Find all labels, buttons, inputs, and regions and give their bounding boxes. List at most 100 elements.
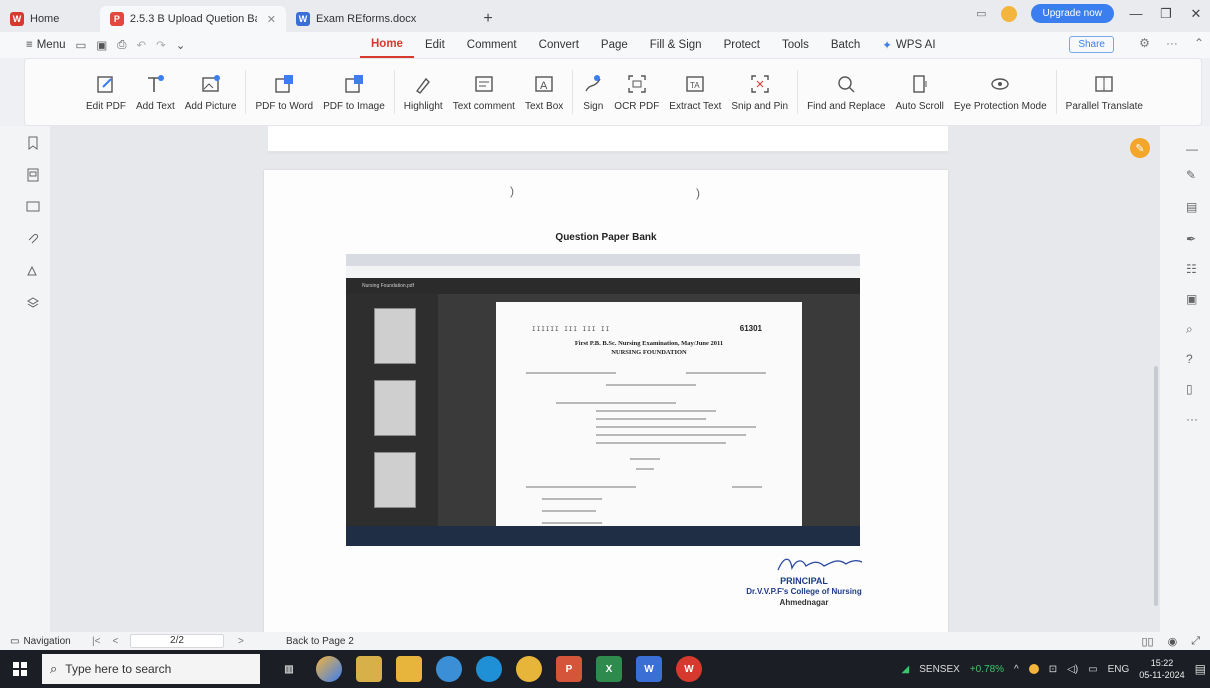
tab-tools[interactable]: Tools bbox=[771, 32, 820, 58]
play-icon[interactable]: ◉ bbox=[1168, 635, 1178, 648]
edge-icon[interactable] bbox=[476, 656, 502, 682]
add-text-button[interactable]: Add Text bbox=[131, 62, 180, 122]
undo-icon[interactable]: ↶ bbox=[136, 38, 146, 52]
fullscreen-icon[interactable]: ⤢ bbox=[1191, 635, 1200, 648]
network-icon[interactable]: ⊡ bbox=[1049, 664, 1057, 675]
sign-pen-icon[interactable]: ✒ bbox=[1186, 232, 1200, 246]
prev-page-icon[interactable]: < bbox=[112, 636, 118, 647]
sensex-label[interactable]: SENSEX bbox=[919, 664, 960, 675]
share-button[interactable]: Share bbox=[1069, 36, 1114, 53]
tab-comment[interactable]: Comment bbox=[456, 32, 528, 58]
parallel-translate-button[interactable]: Parallel Translate bbox=[1061, 62, 1148, 122]
document-viewport[interactable]: ) ) Question Paper Bank Nursing Foundati… bbox=[50, 126, 1160, 640]
image-icon[interactable]: ▣ bbox=[1186, 292, 1200, 306]
more-icon[interactable]: ··· bbox=[1166, 36, 1178, 50]
tab-home[interactable]: W Home bbox=[0, 6, 100, 32]
edit-pdf-button[interactable]: Edit PDF bbox=[81, 62, 131, 122]
text-comment-button[interactable]: Text comment bbox=[448, 62, 520, 122]
page-number-field[interactable]: 2/2 bbox=[130, 634, 224, 648]
chevron-down-icon[interactable]: ⌄ bbox=[176, 38, 186, 52]
ribbon-label: Text Box bbox=[524, 100, 564, 112]
highlight-button[interactable]: Highlight bbox=[399, 62, 448, 122]
tab-batch[interactable]: Batch bbox=[820, 32, 871, 58]
snip-and-pin-button[interactable]: Snip and Pin bbox=[726, 62, 793, 122]
word-icon[interactable]: W bbox=[636, 656, 662, 682]
close-window-icon[interactable]: ✕ bbox=[1188, 6, 1204, 22]
more-icon[interactable]: ··· bbox=[1186, 412, 1200, 426]
clock[interactable]: 15:22 05-11-2024 bbox=[1139, 657, 1184, 681]
upgrade-button[interactable]: Upgrade now bbox=[1030, 4, 1114, 23]
tab-word-document[interactable]: W Exam REforms.docx bbox=[286, 6, 476, 32]
file-explorer-icon[interactable] bbox=[396, 656, 422, 682]
next-page-icon[interactable]: > bbox=[238, 636, 244, 647]
wps-icon[interactable]: W bbox=[676, 656, 702, 682]
excel-icon[interactable]: X bbox=[596, 656, 622, 682]
grid-icon[interactable]: ☷ bbox=[1186, 262, 1200, 276]
menu-button[interactable]: ≡ Menu bbox=[26, 39, 66, 51]
bookmark-icon[interactable] bbox=[26, 136, 40, 150]
display-icon[interactable]: ▭ bbox=[1088, 664, 1097, 675]
save-icon[interactable]: ▣ bbox=[96, 38, 107, 52]
navigation-toggle[interactable]: ▭ Navigation bbox=[10, 636, 71, 647]
collapse-ribbon-icon[interactable]: ⌃ bbox=[1194, 36, 1204, 50]
thumbnail-icon[interactable] bbox=[26, 168, 40, 182]
app-tray-icon[interactable] bbox=[1028, 664, 1039, 674]
sign-button[interactable]: Sign bbox=[577, 62, 609, 122]
search-icon[interactable]: ⌕ bbox=[1186, 322, 1200, 336]
signature-icon[interactable] bbox=[26, 264, 40, 278]
tab-page[interactable]: Page bbox=[590, 32, 639, 58]
settings-icon[interactable]: ⚙ bbox=[1139, 36, 1150, 50]
vertical-scrollbar[interactable] bbox=[1154, 366, 1158, 606]
layout-icon[interactable]: ▭ bbox=[976, 7, 986, 20]
minimize-icon[interactable]: — bbox=[1128, 6, 1144, 21]
tab-fill-sign[interactable]: Fill & Sign bbox=[639, 32, 713, 58]
start-button[interactable] bbox=[0, 650, 40, 688]
powerpoint-icon[interactable]: P bbox=[556, 656, 582, 682]
tab-protect[interactable]: Protect bbox=[713, 32, 771, 58]
notification-icon[interactable]: ▤ bbox=[1195, 662, 1206, 676]
book-icon[interactable]: ▯ bbox=[1186, 382, 1200, 396]
edit-pencil-button[interactable]: ✎ bbox=[1130, 138, 1150, 158]
copilot-icon[interactable] bbox=[316, 656, 342, 682]
document-icon[interactable]: ▤ bbox=[1186, 200, 1200, 214]
ocr-pdf-button[interactable]: OCR PDF bbox=[609, 62, 664, 122]
back-to-page-link[interactable]: Back to Page 2 bbox=[286, 636, 354, 647]
help-icon[interactable]: ? bbox=[1186, 352, 1200, 366]
tray-chevron-icon[interactable]: ^ bbox=[1014, 664, 1019, 675]
tab-pdf-document[interactable]: P 2.5.3 B Upload Quetion Bank ✕ bbox=[100, 6, 286, 32]
restore-icon[interactable]: ❐ bbox=[1158, 6, 1174, 22]
tab-home-ribbon[interactable]: Home bbox=[360, 32, 414, 58]
auto-scroll-button[interactable]: Auto Scroll bbox=[890, 62, 948, 122]
tab-wps-ai[interactable]: ✦ WPS AI bbox=[871, 32, 946, 58]
add-picture-button[interactable]: Add Picture bbox=[180, 62, 242, 122]
tab-edit[interactable]: Edit bbox=[414, 32, 456, 58]
layers-icon[interactable] bbox=[26, 296, 40, 310]
attachment-icon[interactable] bbox=[26, 232, 40, 246]
print-icon[interactable]: ⎙ bbox=[117, 39, 126, 52]
language-label[interactable]: ENG bbox=[1108, 664, 1130, 675]
reading-mode-icon[interactable]: ▯▯ bbox=[1141, 635, 1153, 648]
redo-icon[interactable]: ↷ bbox=[156, 38, 166, 52]
open-folder-icon[interactable]: ▭ bbox=[76, 38, 87, 52]
taskbar-search[interactable]: ⌕ Type here to search bbox=[42, 654, 260, 684]
find-and-replace-button[interactable]: Find and Replace bbox=[802, 62, 890, 122]
text-box-button[interactable]: A Text Box bbox=[520, 62, 568, 122]
tab-convert[interactable]: Convert bbox=[528, 32, 590, 58]
edit-note-icon[interactable]: ✎ bbox=[1186, 168, 1200, 182]
close-tab-icon[interactable]: ✕ bbox=[267, 13, 276, 26]
eye-protection-button[interactable]: Eye Protection Mode bbox=[949, 62, 1052, 122]
first-page-icon[interactable]: |< bbox=[92, 636, 100, 647]
new-tab-button[interactable]: + bbox=[476, 6, 500, 32]
photos-icon[interactable] bbox=[436, 656, 462, 682]
comment-icon[interactable] bbox=[26, 200, 40, 214]
extract-text-button[interactable]: TA Extract Text bbox=[664, 62, 726, 122]
pdf-to-word-button[interactable]: PDF to Word bbox=[250, 62, 318, 122]
task-view-icon[interactable]: ▥ bbox=[276, 656, 302, 682]
chrome-icon[interactable] bbox=[516, 656, 542, 682]
avatar[interactable] bbox=[1000, 5, 1017, 22]
text-line bbox=[542, 510, 596, 512]
pdf-to-image-button[interactable]: PDF to Image bbox=[318, 62, 390, 122]
volume-icon[interactable]: ◁) bbox=[1067, 664, 1078, 675]
minus-icon[interactable]: — bbox=[1186, 142, 1200, 156]
store-icon[interactable] bbox=[356, 656, 382, 682]
